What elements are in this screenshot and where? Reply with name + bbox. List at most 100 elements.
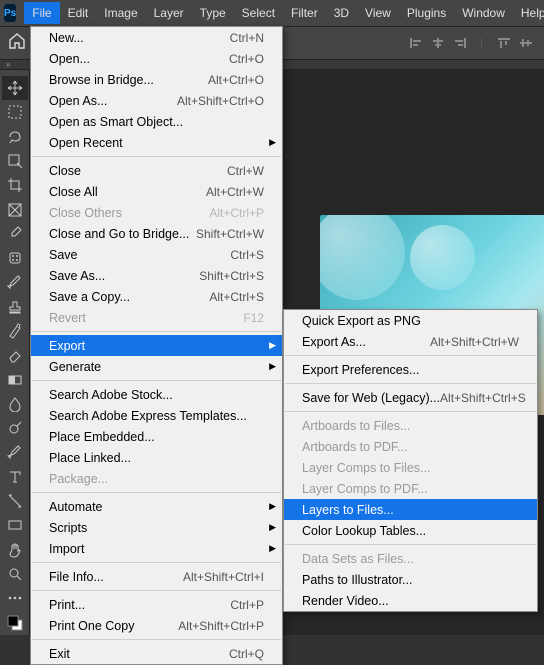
file-print-one-copy[interactable]: Print One CopyAlt+Shift+Ctrl+P <box>31 615 282 636</box>
file-export[interactable]: Export▶ <box>31 335 282 356</box>
file-open-as-smart-object[interactable]: Open as Smart Object... <box>31 111 282 132</box>
export-paths-to-illustrator[interactable]: Paths to Illustrator... <box>284 569 537 590</box>
menu-item-label: Close All <box>49 185 206 199</box>
file-generate[interactable]: Generate▶ <box>31 356 282 377</box>
menu-filter[interactable]: Filter <box>283 2 326 24</box>
ps-logo: Ps <box>4 4 16 22</box>
export-render-video[interactable]: Render Video... <box>284 590 537 611</box>
menu-item-label: Open As... <box>49 94 177 108</box>
file-open-recent[interactable]: Open Recent ▶ <box>31 132 282 153</box>
align-left-icon[interactable] <box>406 34 426 52</box>
tool-blur[interactable] <box>2 392 28 416</box>
file-scripts[interactable]: Scripts▶ <box>31 517 282 538</box>
submenu-arrow-icon: ▶ <box>269 137 276 148</box>
menu-item-label: Search Adobe Stock... <box>49 388 264 402</box>
tool-move[interactable] <box>2 76 28 100</box>
tool-lasso[interactable] <box>2 125 28 149</box>
file-separator <box>32 156 281 157</box>
file-separator <box>32 590 281 591</box>
align-controls <box>406 34 536 52</box>
file-save-as[interactable]: Save As...Shift+Ctrl+S <box>31 265 282 286</box>
menu-type[interactable]: Type <box>192 2 234 24</box>
menu-3d[interactable]: 3D <box>326 2 357 24</box>
tool-crop[interactable] <box>2 173 28 197</box>
tool-fg-bg[interactable] <box>2 611 28 635</box>
menu-item-label: Automate <box>49 500 264 514</box>
file-place-embedded[interactable]: Place Embedded... <box>31 426 282 447</box>
tool-frame[interactable] <box>2 197 28 221</box>
tool-hand[interactable] <box>2 538 28 562</box>
tool-dodge[interactable] <box>2 416 28 440</box>
menu-edit[interactable]: Edit <box>60 2 97 24</box>
tool-path[interactable] <box>2 489 28 513</box>
tool-brush[interactable] <box>2 270 28 294</box>
align-top-icon[interactable] <box>494 34 514 52</box>
expand-caret-icon[interactable]: » <box>6 60 10 69</box>
file-save-a-copy[interactable]: Save a Copy...Alt+Ctrl+S <box>31 286 282 307</box>
align-divider-icon <box>472 34 492 52</box>
tool-heal[interactable] <box>2 246 28 270</box>
home-icon[interactable] <box>8 33 30 53</box>
file-search-adobe-express-templates[interactable]: Search Adobe Express Templates... <box>31 405 282 426</box>
menu-item-label: Color Lookup Tables... <box>302 524 519 538</box>
tool-eyedropper[interactable] <box>2 222 28 246</box>
menu-view[interactable]: View <box>357 2 399 24</box>
file-open[interactable]: Open...Ctrl+O <box>31 48 282 69</box>
menu-plugins[interactable]: Plugins <box>399 2 454 24</box>
menu-item-label: Open Recent <box>49 136 264 150</box>
export-save-for-web-legacy[interactable]: Save for Web (Legacy)...Alt+Shift+Ctrl+S <box>284 387 537 408</box>
menu-item-label: Layers to Files... <box>302 503 519 517</box>
menu-layer[interactable]: Layer <box>146 2 192 24</box>
menu-item-label: Exit <box>49 647 229 661</box>
export-separator <box>285 383 536 384</box>
align-right-icon[interactable] <box>450 34 470 52</box>
tool-eraser[interactable] <box>2 343 28 367</box>
file-search-adobe-stock[interactable]: Search Adobe Stock... <box>31 384 282 405</box>
menu-window[interactable]: Window <box>454 2 513 24</box>
tool-gradient[interactable] <box>2 368 28 392</box>
file-browse-in-bridge[interactable]: Browse in Bridge...Alt+Ctrl+O <box>31 69 282 90</box>
export-color-lookup-tables[interactable]: Color Lookup Tables... <box>284 520 537 541</box>
export-export-as[interactable]: Export As...Alt+Shift+Ctrl+W <box>284 331 537 352</box>
file-close-all[interactable]: Close AllAlt+Ctrl+W <box>31 181 282 202</box>
tool-rect[interactable] <box>2 513 28 537</box>
file-automate[interactable]: Automate▶ <box>31 496 282 517</box>
file-separator <box>32 492 281 493</box>
file-print[interactable]: Print...Ctrl+P <box>31 594 282 615</box>
menu-item-label: Paths to Illustrator... <box>302 573 519 587</box>
tool-wand[interactable] <box>2 149 28 173</box>
file-save[interactable]: SaveCtrl+S <box>31 244 282 265</box>
menu-item-label: Layer Comps to PDF... <box>302 482 519 496</box>
file-close-and-go-to-bridge[interactable]: Close and Go to Bridge...Shift+Ctrl+W <box>31 223 282 244</box>
file-open-as[interactable]: Open As...Alt+Shift+Ctrl+O <box>31 90 282 111</box>
tool-type[interactable] <box>2 465 28 489</box>
file-new[interactable]: New...Ctrl+N <box>31 27 282 48</box>
tool-pen[interactable] <box>2 440 28 464</box>
menu-item-shortcut: Alt+Shift+Ctrl+P <box>178 619 264 633</box>
menu-item-label: Export As... <box>302 335 430 349</box>
export-quick-export-as-png[interactable]: Quick Export as PNG <box>284 310 537 331</box>
tool-stamp[interactable] <box>2 295 28 319</box>
menu-item-label: File Info... <box>49 570 183 584</box>
export-layers-to-files[interactable]: Layers to Files... <box>284 499 537 520</box>
file-file-info[interactable]: File Info...Alt+Shift+Ctrl+I <box>31 566 282 587</box>
file-exit[interactable]: ExitCtrl+Q <box>31 643 282 664</box>
file-close[interactable]: CloseCtrl+W <box>31 160 282 181</box>
file-place-linked[interactable]: Place Linked... <box>31 447 282 468</box>
toolbar <box>0 70 30 635</box>
menu-item-shortcut: Alt+Ctrl+S <box>209 290 264 304</box>
align-center-icon[interactable] <box>428 34 448 52</box>
export-export-preferences[interactable]: Export Preferences... <box>284 359 537 380</box>
menu-image[interactable]: Image <box>96 2 145 24</box>
file-separator <box>32 380 281 381</box>
menu-select[interactable]: Select <box>234 2 283 24</box>
tool-history[interactable] <box>2 319 28 343</box>
menu-file[interactable]: File <box>24 2 59 24</box>
tool-more[interactable] <box>2 586 28 610</box>
align-middle-icon[interactable] <box>516 34 536 52</box>
tool-zoom[interactable] <box>2 562 28 586</box>
submenu-arrow-icon: ▶ <box>269 361 276 372</box>
file-import[interactable]: Import▶ <box>31 538 282 559</box>
tool-marquee[interactable] <box>2 100 28 124</box>
menu-help[interactable]: Help <box>513 2 544 24</box>
